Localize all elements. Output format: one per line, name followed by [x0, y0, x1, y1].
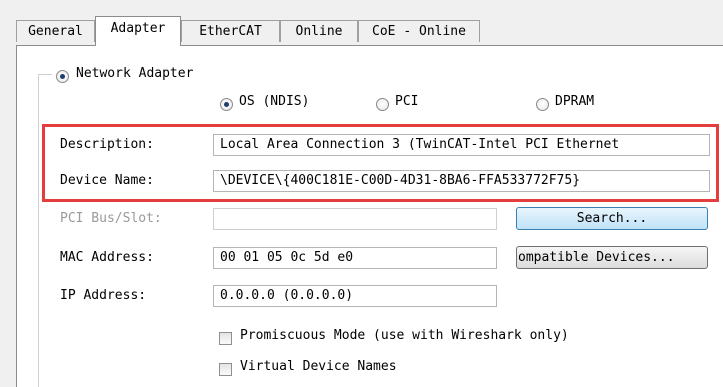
ip-address-label: IP Address: [60, 288, 147, 303]
mac-address-label: MAC Address: [60, 250, 154, 265]
dpram-label: DPRAM [555, 94, 595, 109]
os-ndis-radio[interactable] [220, 98, 233, 111]
tab-adapter[interactable]: Adapter [95, 16, 181, 46]
network-adapter-label: Network Adapter [76, 66, 194, 81]
group-border-top [38, 74, 52, 75]
tab-online-label: Online [295, 24, 343, 39]
ip-address-field[interactable]: 0.0.0.0 (0.0.0.0) [213, 285, 497, 307]
group-border [38, 74, 39, 387]
device-name-label: Device Name: [60, 173, 154, 188]
dpram-radio[interactable] [536, 98, 549, 111]
device-name-field[interactable]: \DEVICE\{400C181E-C00D-4D31-8BA6-FFA5337… [213, 170, 710, 192]
tab-coe-online[interactable]: CoE - Online [358, 20, 480, 42]
tab-adapter-label: Adapter [110, 21, 166, 36]
os-ndis-label: OS (NDIS) [239, 94, 310, 109]
radio-selected-dot [224, 102, 229, 107]
pci-bus-slot-label: PCI Bus/Slot: [60, 211, 162, 226]
promiscuous-mode-label: Promiscuous Mode (use with Wireshark onl… [240, 328, 569, 343]
radio-selected-dot [60, 74, 65, 79]
description-field[interactable]: Local Area Connection 3 (TwinCAT-Intel P… [213, 134, 710, 156]
tab-general-label: General [28, 24, 83, 39]
mac-address-field[interactable]: 00 01 05 0c 5d e0 [213, 247, 497, 269]
pci-bus-slot-field [213, 208, 497, 230]
pci-radio[interactable] [376, 98, 389, 111]
tab-ethercat-label: EtherCAT [199, 24, 262, 39]
virtual-device-names-label: Virtual Device Names [240, 359, 397, 374]
tab-coe-online-label: CoE - Online [372, 24, 466, 39]
virtual-device-names-checkbox[interactable] [219, 363, 232, 376]
tab-ethercat[interactable]: EtherCAT [181, 20, 280, 42]
description-label: Description: [60, 137, 154, 152]
network-adapter-radio[interactable] [56, 70, 69, 83]
promiscuous-mode-checkbox[interactable] [219, 332, 232, 345]
tab-online[interactable]: Online [280, 20, 358, 42]
tab-general[interactable]: General [16, 20, 95, 42]
search-button[interactable]: Search... [516, 207, 708, 230]
pci-label: PCI [395, 94, 419, 109]
compatible-devices-button[interactable]: ompatible Devices... [516, 246, 708, 269]
